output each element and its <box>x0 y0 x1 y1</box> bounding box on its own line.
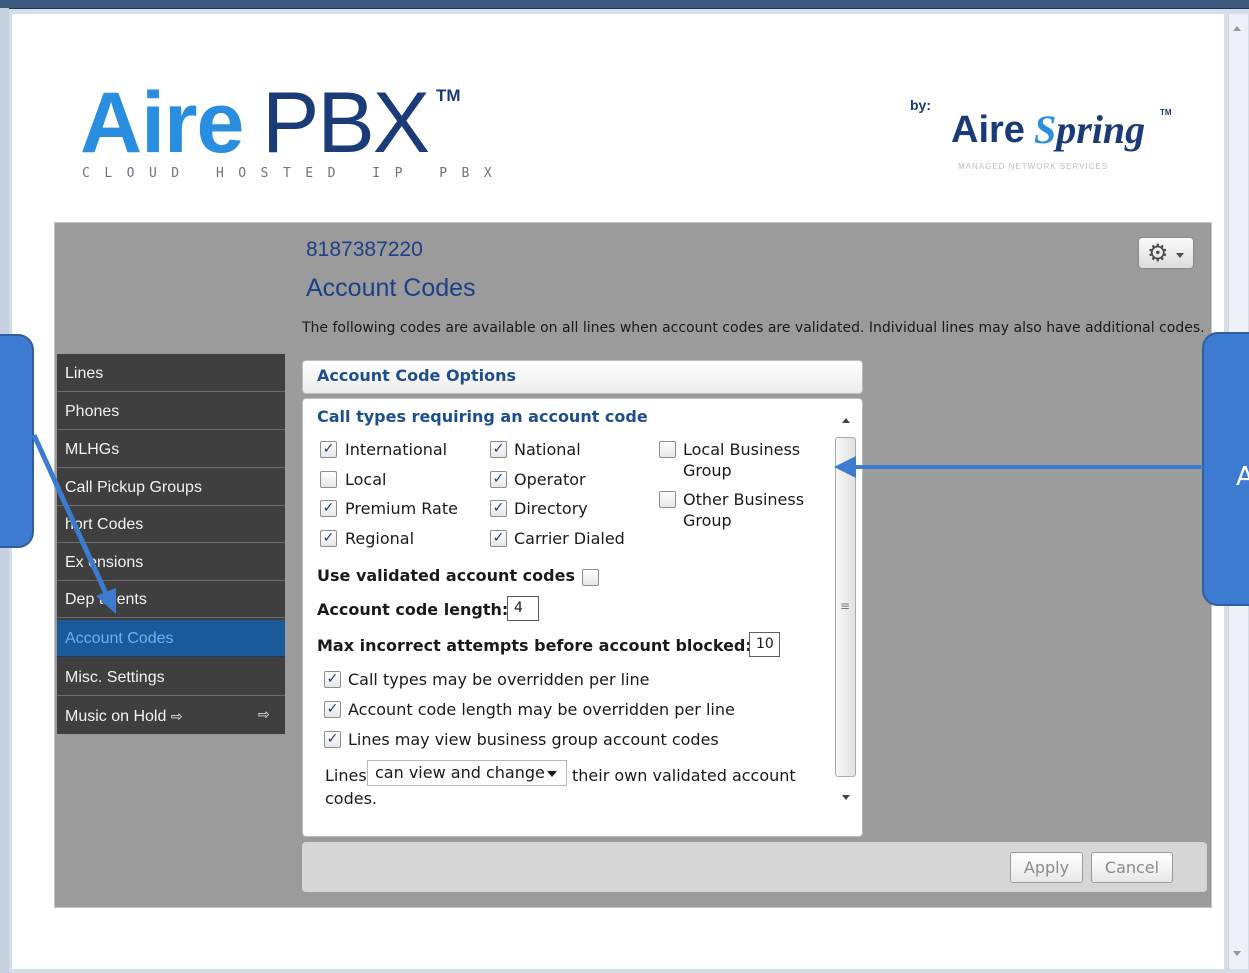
annotation-arrows <box>31 433 1203 614</box>
arrow-to-account-codes <box>31 433 116 614</box>
arrow-to-call-types <box>834 456 1203 478</box>
